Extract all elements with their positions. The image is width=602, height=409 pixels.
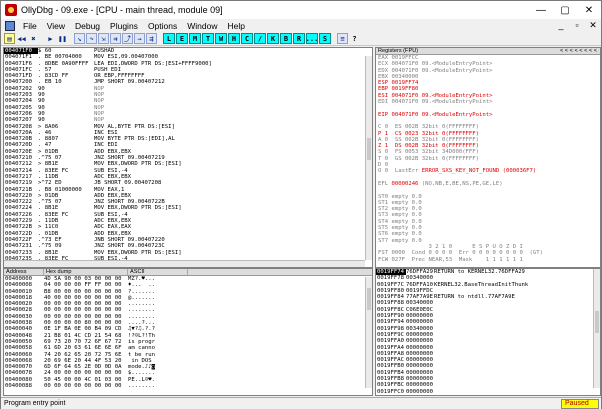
source-button[interactable]: S [319, 33, 331, 44]
dump-ascii: ........ [128, 383, 155, 390]
menu-debug[interactable]: Debug [70, 21, 105, 31]
open-icon[interactable]: ▤ [4, 33, 15, 44]
disassembly-scrollbar[interactable] [365, 56, 372, 260]
window-title: OllyDbg - 09.exe - [CPU - main thread, m… [21, 5, 223, 15]
cpu-window-icon[interactable] [5, 20, 15, 31]
rewind-icon[interactable]: ◀◀ [16, 33, 27, 44]
memory-map-button[interactable]: M [189, 33, 201, 44]
maximize-button[interactable]: ▢ [553, 1, 577, 19]
animate-icon[interactable]: ⇶ [146, 33, 157, 44]
dump-address: 00400088 [5, 383, 32, 390]
menu-help[interactable]: Help [222, 21, 249, 31]
registers-header[interactable]: Registers (FPU) < < < < < < < < [376, 48, 600, 55]
toolbar: ▤ ◀◀ ✖ ▶ ❚❚ ↘ ↷ ⇲ ⇉ ⤴ → ⇶ L E M T W H C … [1, 32, 601, 46]
registers-pane[interactable]: Registers (FPU) < < < < < < < < EAX 0019… [375, 47, 601, 268]
windows-button[interactable]: W [215, 33, 227, 44]
menu-window[interactable]: Window [182, 21, 222, 31]
dump-col-hex[interactable]: Hex dump [44, 269, 128, 275]
title-bar[interactable]: OllyDbg - 09.exe - [CPU - main thread, m… [1, 1, 601, 19]
dump-row[interactable]: 00400088 00 00 00 00 00 00 00 00........ [4, 383, 372, 389]
registers-nav-arrows[interactable]: < < < < < < < < [516, 48, 600, 54]
patches-button[interactable]: / [254, 33, 266, 44]
registers-lines: EAX 0019FFCC ECX 004071F0 09.<ModuleEntry… [376, 55, 600, 263]
dump-col-ascii[interactable]: ASCII [128, 269, 188, 275]
menu-file[interactable]: File [18, 21, 42, 31]
ollydbg-app-icon [5, 4, 17, 16]
toolbar-separator [332, 33, 336, 44]
options-list-icon[interactable]: ≡ [337, 33, 348, 44]
run-trace-button[interactable]: ... [306, 33, 318, 44]
scrollbar-thumb[interactable] [367, 137, 371, 160]
disassembly-rows: 004071F0 $ 60 PUSHAD 004071F1. BE 00704000 M… [4, 48, 372, 267]
menu-bar: File View Debug Plugins Options Window H… [1, 19, 601, 32]
toolbar-separator [40, 33, 44, 44]
execute-till-return-icon[interactable]: ⤴ [122, 33, 133, 44]
toolbar-separator [158, 33, 162, 44]
close-button[interactable]: ✕ [577, 1, 601, 19]
references-button[interactable]: R [293, 33, 305, 44]
status-text: Program entry point [4, 400, 66, 407]
executable-modules-button[interactable]: E [176, 33, 188, 44]
stack-pane[interactable]: 0019FF74 76DFFA29 RETURN to KERNEL32.76DFF… [375, 268, 601, 396]
help-icon[interactable]: ? [349, 33, 360, 44]
child-minimize-button[interactable]: _ [553, 20, 569, 31]
status-bar: Program entry point Paused [1, 397, 601, 409]
disassembly-pane[interactable]: 004071F0 $ 60 PUSHAD 004071F1. BE 00704000 M… [3, 47, 373, 268]
child-close-button[interactable]: ✕ [585, 20, 601, 31]
hex-dump-pane[interactable]: Address Hex dump ASCII 00400000 4D 5A 90 … [3, 268, 373, 396]
go-to-icon[interactable]: → [134, 33, 145, 44]
dump-scrollbar[interactable] [365, 277, 372, 388]
trace-into-icon[interactable]: ⇲ [98, 33, 109, 44]
toolbar-separator [69, 33, 73, 44]
stack-address: 0019FFC4 [376, 395, 406, 396]
paused-badge: Paused [561, 398, 599, 409]
pause-icon[interactable]: ❚❚ [57, 33, 68, 44]
dump-rows: 00400000 4D 5A 90 00 03 00 00 00 MZ?.♥... 0… [4, 276, 372, 389]
child-restore-button[interactable]: ▫ [569, 20, 585, 31]
trace-over-icon[interactable]: ⇉ [110, 33, 121, 44]
dump-hex-bytes: 00 00 00 00 00 00 00 00 [44, 383, 122, 390]
breakpoints-button[interactable]: B [280, 33, 292, 44]
registers-title: Registers (FPU) [378, 48, 419, 54]
scrollbar-thumb[interactable] [595, 310, 599, 333]
log-window-button[interactable]: L [163, 33, 175, 44]
step-into-icon[interactable]: ↘ [74, 33, 85, 44]
ollydbg-window: OllyDbg - 09.exe - [CPU - main thread, m… [0, 0, 602, 409]
stack-value: 00000000 [406, 395, 434, 396]
dump-col-address[interactable]: Address [4, 269, 44, 275]
stack-rows: 0019FF74 76DFFA29 RETURN to KERNEL32.76DFF… [376, 269, 600, 396]
menu-plugins[interactable]: Plugins [105, 21, 143, 31]
stack-scrollbar[interactable] [593, 269, 600, 388]
threads-button[interactable]: T [202, 33, 214, 44]
step-over-icon[interactable]: ↷ [86, 33, 97, 44]
minimize-button[interactable]: — [529, 1, 553, 19]
handles-button[interactable]: H [228, 33, 240, 44]
register-line[interactable]: FCW 027F Prec NEAR,53 Mask 1 1 1 1 1 1 [376, 257, 600, 263]
call-stack-button[interactable]: K [267, 33, 279, 44]
dump-header: Address Hex dump ASCII [4, 269, 372, 276]
stack-row[interactable]: 0019FFC400000000 [376, 395, 600, 396]
menu-view[interactable]: View [42, 21, 70, 31]
disassembly-hscrollbar[interactable] [4, 260, 365, 267]
menu-options[interactable]: Options [143, 21, 182, 31]
cpu-button[interactable]: C [241, 33, 253, 44]
scrollbar-thumb[interactable] [367, 288, 371, 311]
close-icon[interactable]: ✖ [28, 33, 39, 44]
run-icon[interactable]: ▶ [45, 33, 56, 44]
stack-comment [434, 395, 600, 396]
